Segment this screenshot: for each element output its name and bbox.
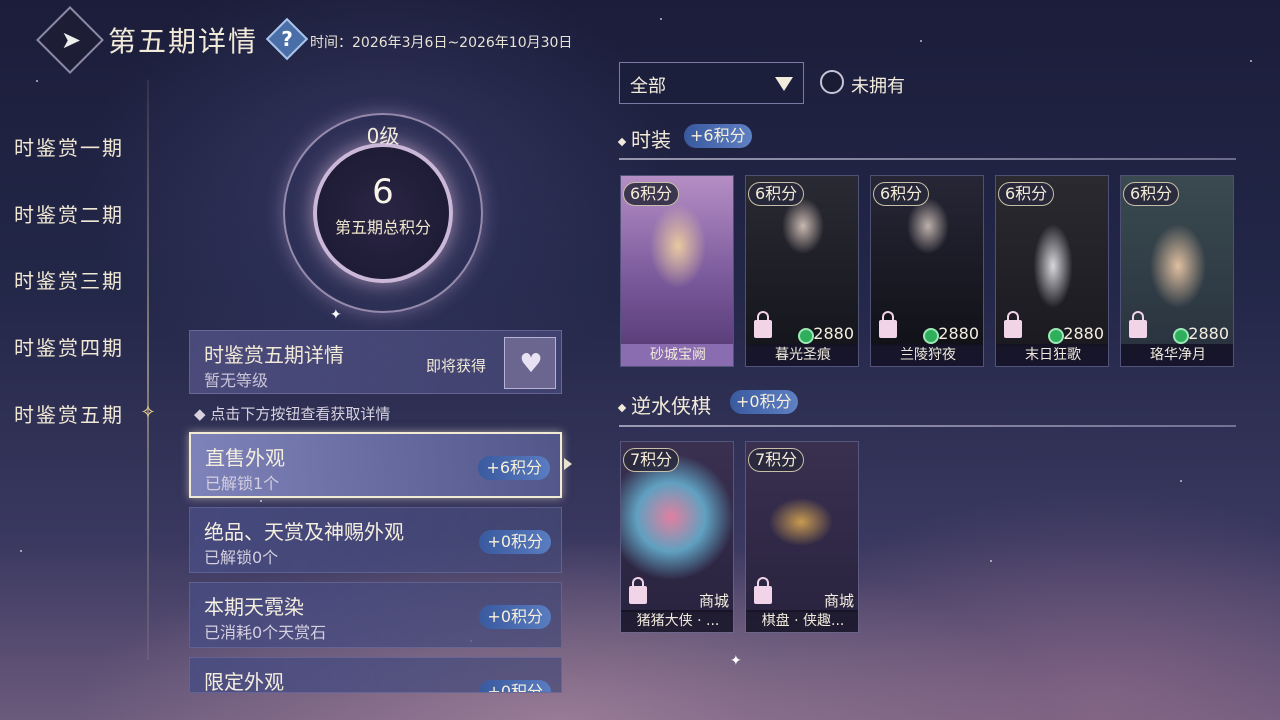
category-limited[interactable]: 限定外观 +0积分 <box>189 657 562 693</box>
sparkle-icon: ✦ <box>330 307 342 323</box>
lock-icon <box>754 311 772 338</box>
points-badge: +0积分 <box>479 680 551 692</box>
sparkle-icon: ✦ <box>730 653 742 669</box>
shop-label: 商城 <box>823 592 854 610</box>
nav-divider <box>147 80 149 660</box>
jade-coin-icon <box>798 328 814 344</box>
lock-icon <box>754 577 772 604</box>
caret-down-icon <box>775 77 793 91</box>
unowned-toggle[interactable] <box>820 70 844 94</box>
level-label: 0级 <box>366 124 400 148</box>
nav-item-period-2[interactable]: 时鉴赏二期 <box>14 199 124 228</box>
total-score-label: 第五期总积分 <box>334 218 431 237</box>
season-level: 暂无等级 <box>204 371 269 390</box>
chess-item-card[interactable]: 7积分 商城 猪猪大侠 · ... <box>620 441 734 633</box>
section-divider <box>619 158 1236 160</box>
nav-item-period-5[interactable]: 时鉴赏五期 <box>14 399 124 428</box>
upcoming-reward-slot[interactable]: ♥ <box>504 337 556 389</box>
nav-item-period-1[interactable]: 时鉴赏一期 <box>14 132 124 161</box>
unowned-label: 未拥有 <box>851 76 905 97</box>
filter-dropdown[interactable]: 全部 <box>619 62 804 104</box>
upcoming-reward-label: 即将获得 <box>426 357 487 375</box>
active-marker-icon: ✧ <box>140 402 156 423</box>
nav-item-period-3[interactable]: 时鉴赏三期 <box>14 265 124 294</box>
category-premium[interactable]: 绝品、天赏及神赐外观 已解锁0个 +0积分 <box>189 507 562 573</box>
time-range-label: 时间：2026年3月6日~2026年10月30日 <box>310 35 573 51</box>
section-divider <box>619 425 1236 427</box>
points-badge: +0积分 <box>479 605 551 629</box>
lock-icon <box>1129 311 1147 338</box>
nav-item-period-4[interactable]: 时鉴赏四期 <box>14 332 124 361</box>
help-icon: ? <box>281 27 293 51</box>
total-score: 6 <box>372 172 394 212</box>
category-dye[interactable]: 本期天霓染 已消耗0个天赏石 +0积分 <box>189 582 562 648</box>
lock-icon <box>879 311 897 338</box>
outfit-card[interactable]: 6积分 2880 兰陵狩夜 <box>870 175 984 367</box>
section-points-badge: +0积分 <box>730 390 798 414</box>
outfit-card[interactable]: 6积分 2880 末日狂歌 <box>995 175 1109 367</box>
back-arrow-icon: ➤ <box>60 26 82 54</box>
chess-item-card[interactable]: 7积分 商城 棋盘 · 侠趣... <box>745 441 859 633</box>
jade-coin-icon <box>923 328 939 344</box>
outfit-card[interactable]: 6积分 砂城宝阙 <box>620 175 734 367</box>
jade-coin-icon <box>1173 328 1189 344</box>
outfit-card[interactable]: 6积分 2880 暮光圣痕 <box>745 175 859 367</box>
season-details-card[interactable]: 时鉴赏五期详情 暂无等级 即将获得 ♥ <box>189 330 562 394</box>
outfit-card[interactable]: 6积分 2880 珞华净月 <box>1120 175 1234 367</box>
heart-wing-icon: ♥ <box>519 349 543 379</box>
shop-label: 商城 <box>698 592 729 610</box>
category-direct-sale[interactable]: 直售外观 已解锁1个 +6积分 <box>189 432 562 498</box>
level-ring-inner <box>313 143 453 283</box>
hint-text: ◆ 点击下方按钮查看获取详情 <box>194 405 391 423</box>
season-title: 时鉴赏五期详情 <box>204 343 344 367</box>
section-title-fashion: 时装 <box>617 124 671 153</box>
lock-icon <box>1004 311 1022 338</box>
points-badge: +0积分 <box>479 530 551 554</box>
page-title: 第五期详情 <box>108 25 259 58</box>
selected-arrow-icon <box>564 458 572 470</box>
lock-icon <box>629 577 647 604</box>
jade-coin-icon <box>1048 328 1064 344</box>
section-title-chess: 逆水侠棋 <box>617 390 711 419</box>
points-badge: +6积分 <box>478 456 550 480</box>
section-points-badge: +6积分 <box>684 124 752 148</box>
